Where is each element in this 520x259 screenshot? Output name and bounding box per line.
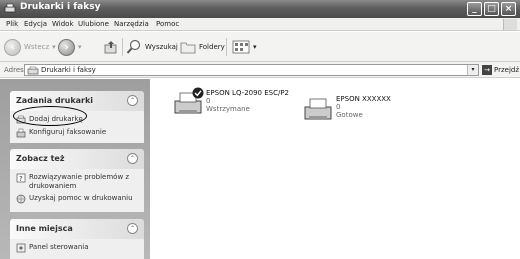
close-button[interactable]: × bbox=[501, 2, 516, 16]
menu-help[interactable]: Pomoc bbox=[156, 20, 179, 28]
panel-title: Zadania drukarki bbox=[16, 96, 94, 105]
views-button[interactable]: ▾ bbox=[232, 37, 257, 57]
menu-tools[interactable]: Narzędzia bbox=[114, 20, 149, 28]
printer-folder-icon bbox=[4, 3, 16, 13]
link-label: Panel sterowania bbox=[29, 243, 89, 251]
search-label: Wyszukaj bbox=[145, 43, 178, 51]
task-pane: Zadania drukarki ⌃ Dodaj drukarkę Konfig… bbox=[0, 79, 150, 259]
collapse-icon[interactable]: ⌃ bbox=[127, 223, 138, 234]
forward-button[interactable]: › ▾ bbox=[58, 37, 82, 57]
other-places-header[interactable]: Inne miejsca ⌃ bbox=[10, 219, 144, 239]
up-folder-button[interactable] bbox=[104, 37, 118, 57]
link-label: Konfiguruj faksowanie bbox=[29, 128, 107, 136]
title-bar: Drukarki i faksy _ □ × bbox=[0, 0, 520, 18]
configure-fax-link[interactable]: Konfiguruj faksowanie bbox=[16, 128, 138, 138]
folders-label: Foldery bbox=[199, 43, 225, 51]
back-button[interactable]: ‹ Wstecz ▾ bbox=[4, 37, 56, 57]
menu-bar: Plik Edycja Widok Ulubione Narzędzia Pom… bbox=[0, 18, 520, 31]
address-label: Adres bbox=[4, 66, 24, 74]
see-also-panel: Zobacz też ⌃ ? Rozwiązywanie problemów z… bbox=[10, 149, 144, 212]
printer-item-xxxxxx[interactable]: EPSON XXXXXX 0 Gotowe bbox=[302, 95, 391, 125]
help-icon: ? bbox=[16, 173, 26, 183]
other-places-panel: Inne miejsca ⌃ Panel sterowania bbox=[10, 219, 144, 259]
printer-item-lq2090[interactable]: EPSON LQ-2090 ESC/P2 0 Wstrzymane bbox=[172, 87, 290, 119]
get-help-printing-link[interactable]: Uzyskaj pomoc w drukowaniu bbox=[16, 194, 138, 204]
folder-up-icon bbox=[104, 41, 117, 54]
address-input[interactable]: Drukarki i faksy ▾ bbox=[24, 64, 479, 76]
see-also-header[interactable]: Zobacz też ⌃ bbox=[10, 149, 144, 169]
search-icon bbox=[126, 39, 141, 54]
chevron-down-icon: ▾ bbox=[52, 43, 56, 51]
address-bar: Adres Drukarki i faksy ▾ → Przejdź bbox=[0, 62, 520, 78]
menu-favorites[interactable]: Ulubione bbox=[78, 20, 109, 28]
printer-jobs: 0 bbox=[336, 103, 341, 111]
back-arrow-icon: ‹ bbox=[4, 38, 21, 56]
link-label: Uzyskaj pomoc w drukowaniu bbox=[29, 194, 133, 202]
toolbar: ‹ Wstecz ▾ › ▾ Wyszukaj Foldery ▾ bbox=[0, 32, 520, 62]
menu-edit[interactable]: Edycja bbox=[24, 20, 47, 28]
windows-logo-icon bbox=[503, 19, 517, 30]
search-button[interactable]: Wyszukaj bbox=[126, 37, 178, 57]
folders-icon bbox=[180, 42, 196, 54]
printer-status: Gotowe bbox=[336, 111, 363, 119]
address-value: Drukarki i faksy bbox=[41, 66, 96, 74]
folders-button[interactable]: Foldery bbox=[180, 37, 225, 57]
fax-icon bbox=[16, 128, 26, 138]
svg-text:?: ? bbox=[19, 175, 23, 183]
printer-status: Wstrzymane bbox=[206, 105, 250, 113]
forward-arrow-icon: › bbox=[58, 38, 75, 56]
window-title: Drukarki i faksy bbox=[20, 2, 101, 12]
printer-icon bbox=[304, 98, 332, 120]
menu-file[interactable]: Plik bbox=[6, 20, 18, 28]
printer-name: EPSON LQ-2090 ESC/P2 bbox=[206, 89, 290, 97]
highlight-oval bbox=[13, 106, 87, 126]
go-arrow-icon: → bbox=[482, 65, 492, 75]
collapse-icon[interactable]: ⌃ bbox=[127, 153, 138, 164]
printers-view: EPSON LQ-2090 ESC/P2 0 Wstrzymane EPSON … bbox=[150, 79, 520, 259]
link-label: Rozwiązywanie problemów z drukowaniem bbox=[29, 173, 130, 190]
back-label: Wstecz bbox=[24, 43, 50, 51]
menu-view[interactable]: Widok bbox=[52, 20, 74, 28]
printer-name: EPSON XXXXXX bbox=[336, 95, 391, 103]
printer-jobs: 0 bbox=[206, 97, 211, 105]
maximize-button[interactable]: □ bbox=[484, 2, 499, 16]
panel-title: Zobacz też bbox=[16, 154, 65, 163]
troubleshoot-printing-link[interactable]: ? Rozwiązywanie problemów z drukowaniem bbox=[16, 173, 138, 191]
control-panel-icon bbox=[16, 243, 26, 253]
globe-icon bbox=[16, 194, 26, 204]
printer-folder-icon bbox=[27, 66, 39, 75]
control-panel-link[interactable]: Panel sterowania bbox=[16, 243, 138, 253]
go-button[interactable]: → Przejdź bbox=[482, 65, 519, 75]
go-label: Przejdź bbox=[494, 66, 520, 74]
collapse-icon[interactable]: ⌃ bbox=[127, 95, 138, 106]
views-grid-icon bbox=[232, 40, 250, 54]
address-dropdown-button[interactable]: ▾ bbox=[467, 65, 478, 75]
panel-title: Inne miejsca bbox=[16, 224, 73, 233]
minimize-button[interactable]: _ bbox=[467, 2, 482, 16]
chevron-down-icon: ▾ bbox=[78, 43, 82, 51]
chevron-down-icon: ▾ bbox=[253, 43, 257, 51]
default-printer-check-icon bbox=[192, 87, 204, 99]
